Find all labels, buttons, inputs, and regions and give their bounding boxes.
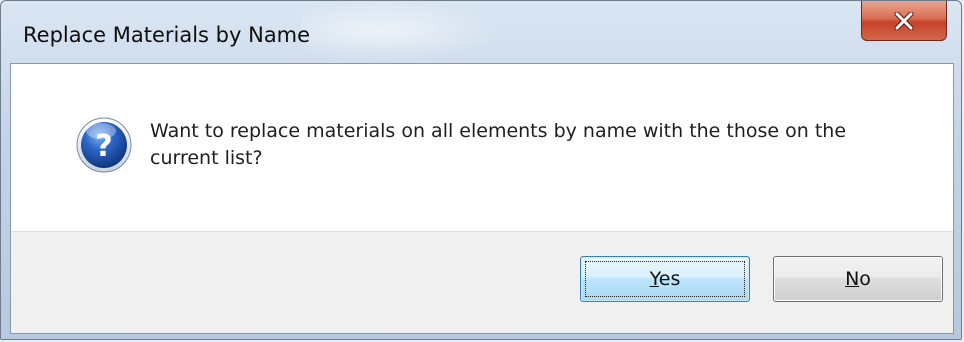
- dialog-message: Want to replace materials on all element…: [150, 120, 847, 169]
- question-icon: ?: [75, 116, 133, 174]
- title-bar[interactable]: Replace Materials by Name: [1, 1, 961, 63]
- window-title: Replace Materials by Name: [23, 23, 311, 47]
- yes-button-label: Yes: [649, 268, 681, 290]
- close-button[interactable]: [861, 1, 947, 41]
- yes-button[interactable]: Yes: [580, 256, 750, 302]
- dialog-window: Replace Materials by Name ? Want to repl…: [0, 0, 962, 340]
- no-button[interactable]: No: [773, 256, 943, 302]
- no-button-label: No: [845, 268, 871, 290]
- button-bar: Yes No: [11, 231, 953, 333]
- title-bar-glare: [301, 1, 501, 61]
- dialog-client-area: ? Want to replace materials on all eleme…: [10, 63, 954, 334]
- svg-text:?: ?: [95, 129, 112, 164]
- message-area: ? Want to replace materials on all eleme…: [11, 64, 953, 234]
- close-icon: [893, 11, 915, 30]
